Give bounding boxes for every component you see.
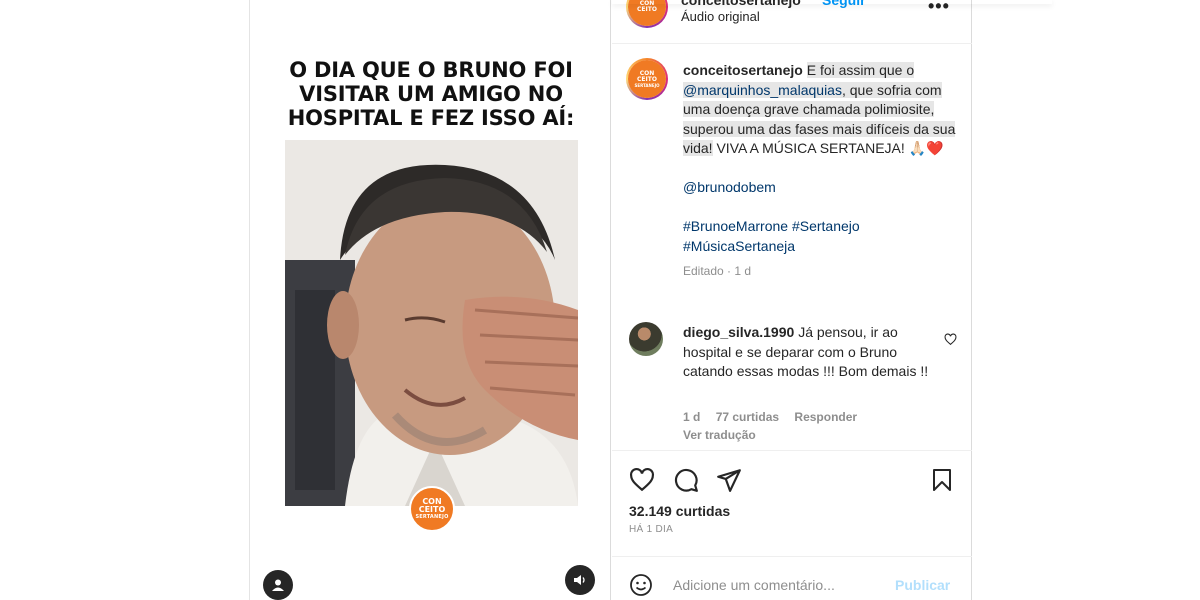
post-time: HÁ 1 DIA <box>629 524 674 535</box>
emoji-icon <box>630 574 652 596</box>
comment-age: 1 d <box>683 410 701 424</box>
author-avatar[interactable]: CON CEITO <box>626 0 668 28</box>
brand-logo-icon: CON CEITO SERTANEJO <box>628 60 666 98</box>
caption-edited: Editado · 1 d <box>683 264 752 278</box>
comment-composer: Adicione um comentário... Publicar <box>612 556 972 600</box>
emoji-button[interactable] <box>629 573 653 600</box>
heart-icon <box>630 467 654 492</box>
post-media[interactable]: O DIA QUE O BRUNO FOI VISITAR UM AMIGO N… <box>249 0 611 600</box>
caption-text: E foi assim que o <box>806 62 915 78</box>
media-title-line: O DIA QUE O BRUNO FOI <box>289 58 573 82</box>
media-title-line: VISITAR UM AMIGO NO <box>299 82 563 106</box>
caption-author-avatar[interactable]: CON CEITO SERTANEJO <box>626 58 668 100</box>
media-title-line: HOSPITAL E FEZ ISSO AÍ: <box>287 106 575 130</box>
translate-link[interactable]: Ver tradução <box>683 428 756 442</box>
sound-icon <box>574 575 585 585</box>
brand-logo-subtext: SERTANEJO <box>415 514 449 520</box>
comment-likes[interactable]: 77 curtidas <box>716 410 779 424</box>
share-button[interactable] <box>716 467 742 498</box>
post-caption: conceitosertanejo E foi assim que o @mar… <box>683 61 963 282</box>
heart-icon <box>944 333 957 346</box>
media-title: O DIA QUE O BRUNO FOI VISITAR UM AMIGO N… <box>250 58 610 130</box>
man-photo <box>285 140 578 506</box>
comment-icon <box>674 468 698 492</box>
caption-text: VIVA A MÚSICA SERTANEJA! 🙏🏻❤️ <box>716 140 944 156</box>
post-actions: 32.149 curtidas HÁ 1 DIA Adicione um com… <box>612 450 972 600</box>
audio-label[interactable]: Áudio original <box>681 9 760 24</box>
brand-logo-badge: CON CEITO SERTANEJO <box>409 486 455 532</box>
likes-count[interactable]: 32.149 curtidas <box>629 503 730 519</box>
caption-mention[interactable]: @brunodobem <box>683 178 963 198</box>
share-icon <box>717 469 741 492</box>
bookmark-icon <box>933 469 951 491</box>
comment-input[interactable]: Adicione um comentário... <box>673 577 835 593</box>
like-button[interactable] <box>629 467 655 498</box>
post-page: O DIA QUE O BRUNO FOI VISITAR UM AMIGO N… <box>0 0 1200 600</box>
caption-hashtags[interactable]: #MúsicaSertaneja <box>683 237 963 257</box>
post-sidebar: CON CEITO conceitosertanejo Seguir Áudio … <box>612 0 972 600</box>
tagged-users-button[interactable] <box>263 570 293 600</box>
reply-button[interactable]: Responder <box>794 410 857 424</box>
save-button[interactable] <box>930 467 954 498</box>
comment-text: diego_silva.1990 Já pensou, ir ao hospit… <box>683 323 943 382</box>
header-shadow <box>612 0 1052 4</box>
user-icon <box>272 579 284 591</box>
video-frame[interactable] <box>285 140 578 506</box>
caption-hashtags[interactable]: #BrunoeMarrone #Sertanejo <box>683 217 963 237</box>
post-header: CON CEITO conceitosertanejo Seguir Áudio … <box>612 0 972 44</box>
comment-like-button[interactable] <box>944 333 957 351</box>
publish-button[interactable]: Publicar <box>895 577 950 593</box>
caption-mention[interactable]: @marquinhos_malaquias <box>683 81 842 98</box>
sound-toggle-button[interactable] <box>565 565 595 595</box>
commenter-avatar[interactable] <box>629 322 663 356</box>
caption-username[interactable]: conceitosertanejo <box>683 62 803 78</box>
comment-button[interactable] <box>673 467 699 498</box>
comment-username[interactable]: diego_silva.1990 <box>683 324 794 340</box>
comment-meta: 1 d 77 curtidas Responder <box>683 410 869 424</box>
brand-logo-text: CEITO <box>418 505 446 514</box>
